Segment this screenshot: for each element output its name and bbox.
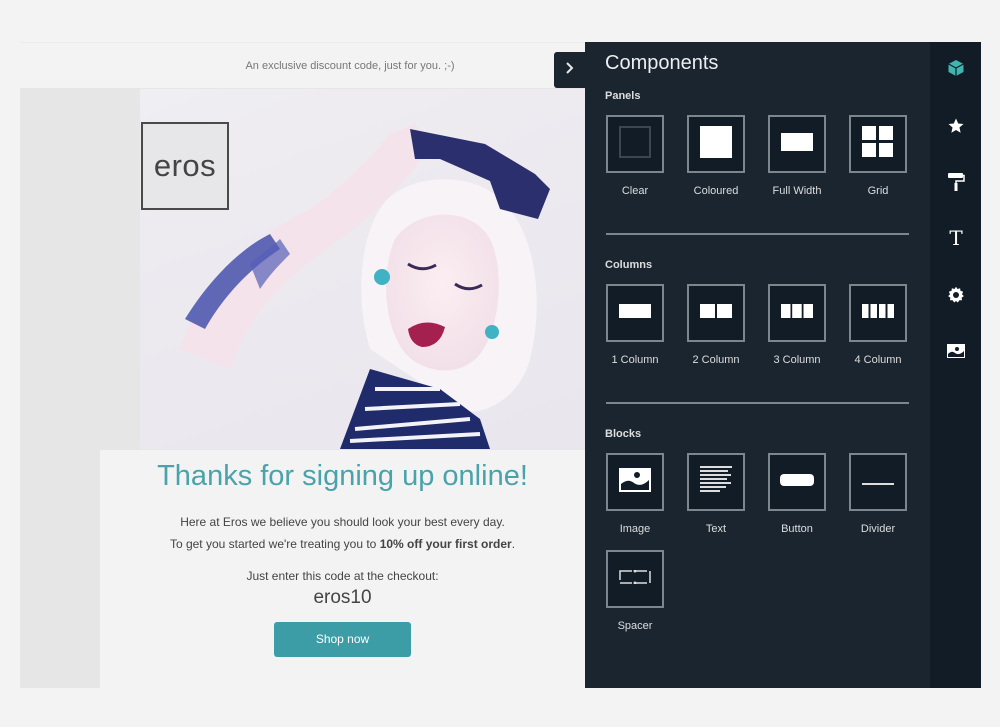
grid-panel-icon <box>862 125 894 163</box>
email-content: Thanks for signing up online! Here at Er… <box>100 450 585 688</box>
coloured-panel-icon <box>700 125 732 163</box>
three-column-icon <box>781 303 813 323</box>
component-4-column[interactable]: 4 Column <box>849 284 907 366</box>
component-grid[interactable]: Grid <box>849 115 907 197</box>
image-icon <box>946 344 965 358</box>
full-width-panel-icon <box>781 132 813 156</box>
star-icon <box>947 117 965 135</box>
rail-components-button[interactable] <box>930 54 981 82</box>
one-column-icon <box>619 303 651 323</box>
component-divider[interactable]: Divider <box>849 453 907 535</box>
eros-logo: eros <box>141 122 229 210</box>
components-panel: Components Panels Clear Coloured Full Wi… <box>585 42 930 688</box>
component-label: Coloured <box>693 185 739 197</box>
component-image[interactable]: Image <box>606 453 664 535</box>
body-line-1: Here at Eros we believe you should look … <box>180 515 505 529</box>
body-line-2-prefix: To get you started we're treating you to <box>169 537 380 551</box>
gear-icon <box>947 286 965 304</box>
panels-grid: Clear Coloured Full Width Grid <box>606 115 907 197</box>
paint-roller-icon <box>947 172 965 192</box>
section-label-panels: Panels <box>605 90 641 102</box>
component-label: Button <box>781 523 813 535</box>
divider-block-icon <box>862 473 894 491</box>
svg-text:T: T <box>949 228 963 248</box>
component-label: Divider <box>860 523 896 535</box>
rail-typography-button[interactable]: T <box>930 224 981 252</box>
hero-image[interactable]: eros <box>140 89 585 449</box>
section-label-blocks: Blocks <box>605 428 642 440</box>
component-1-column[interactable]: 1 Column <box>606 284 664 366</box>
component-button[interactable]: Button <box>768 453 826 535</box>
component-2-column[interactable]: 2 Column <box>687 284 745 366</box>
component-label: 2 Column <box>692 354 740 366</box>
rail-favourites-button[interactable] <box>930 112 981 140</box>
panel-title: Components <box>605 52 719 74</box>
cube-icon <box>947 59 965 77</box>
component-label: Text <box>705 523 727 535</box>
component-spacer[interactable]: Spacer <box>606 550 664 632</box>
component-label: Clear <box>621 185 649 197</box>
component-label: Full Width <box>772 185 822 197</box>
code-label: Just enter this code at the checkout: <box>246 569 439 583</box>
shop-now-button[interactable]: Shop now <box>274 622 411 657</box>
component-label: 1 Column <box>611 354 659 366</box>
image-block-icon <box>619 467 651 497</box>
spacer-block-icon <box>619 569 651 589</box>
component-3-column[interactable]: 3 Column <box>768 284 826 366</box>
email-preheader[interactable]: An exclusive discount code, just for you… <box>20 42 585 88</box>
component-label: Image <box>619 523 651 535</box>
component-full-width[interactable]: Full Width <box>768 115 826 197</box>
text-icon: T <box>947 228 965 248</box>
clear-panel-icon <box>619 125 651 163</box>
email-body-text[interactable]: Here at Eros we believe you should look … <box>100 511 585 555</box>
columns-grid: 1 Column 2 Column 3 Column 4 Column <box>606 284 907 366</box>
section-label-columns: Columns <box>605 259 653 271</box>
component-label: Spacer <box>617 620 653 632</box>
component-label: Grid <box>867 185 889 197</box>
component-label: 3 Column <box>773 354 821 366</box>
component-label: 4 Column <box>854 354 902 366</box>
rail-styles-button[interactable] <box>930 168 981 196</box>
collapse-panel-button[interactable] <box>554 52 586 88</box>
section-divider <box>606 402 909 404</box>
component-clear[interactable]: Clear <box>606 115 664 197</box>
text-block-icon <box>700 465 732 499</box>
discount-highlight: 10% off your first order <box>379 537 512 551</box>
rail-settings-button[interactable] <box>930 281 981 309</box>
body-line-2: To get you started we're treating you to… <box>100 533 585 555</box>
chevron-right-icon <box>565 61 575 80</box>
rail-images-button[interactable] <box>930 337 981 365</box>
email-preview: An exclusive discount code, just for you… <box>20 42 585 688</box>
discount-code: eros10 <box>313 587 372 608</box>
email-headline[interactable]: Thanks for signing up online! <box>100 460 585 493</box>
blocks-grid: Image Text Button Divider Spacer <box>606 453 907 632</box>
tool-rail: T <box>930 42 981 688</box>
section-divider <box>606 233 909 235</box>
two-column-icon <box>700 303 732 323</box>
button-block-icon <box>780 473 814 491</box>
component-coloured[interactable]: Coloured <box>687 115 745 197</box>
body-line-2-suffix: . <box>511 537 516 551</box>
component-text[interactable]: Text <box>687 453 745 535</box>
four-column-icon <box>862 303 894 323</box>
